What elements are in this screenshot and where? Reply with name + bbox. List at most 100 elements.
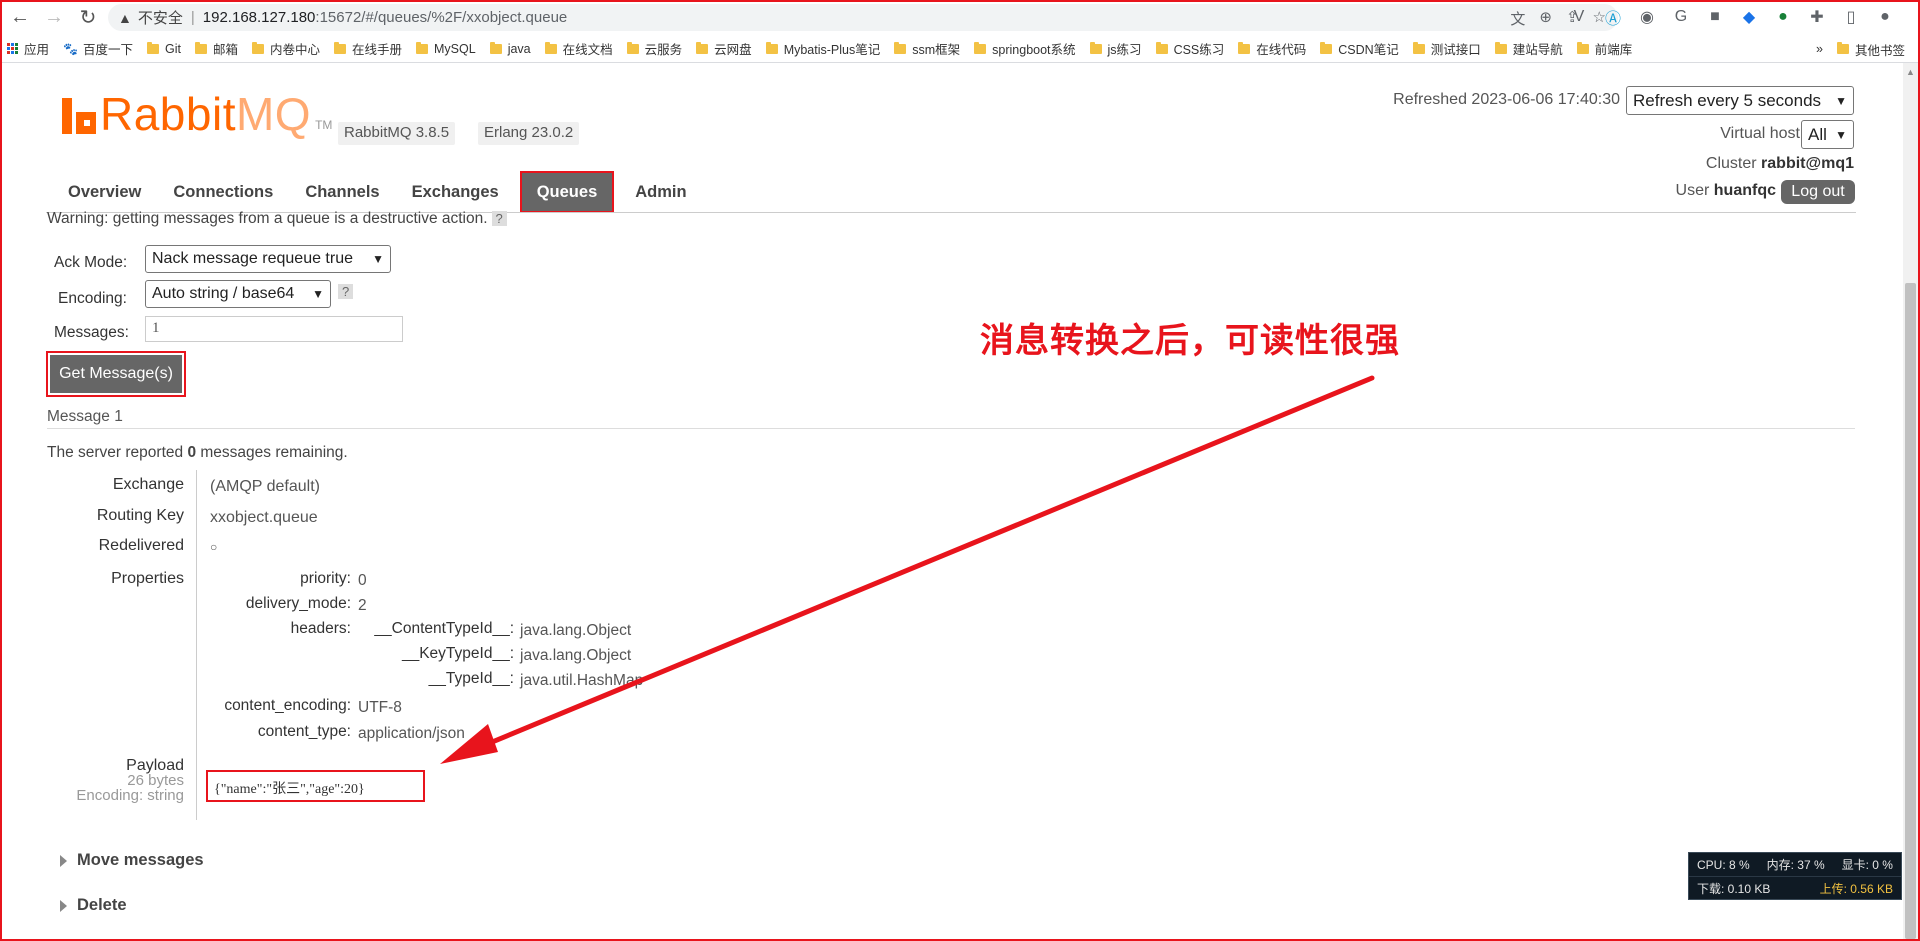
routing-key-value: xxobject.queue bbox=[210, 509, 318, 526]
annotation-text: 消息转换之后，可读性很强 bbox=[980, 321, 1400, 361]
bookmarks-bar: 应用 🐾 百度一下 Git 邮箱 内卷中心 在线手册 MySQL java 在线文档 云服务 云网盘 M… bbox=[0, 35, 1920, 63]
bookmark-item[interactable]: 在线文档 bbox=[538, 35, 620, 63]
logo-rabbit: Rabbit bbox=[100, 88, 236, 140]
bookmark-item[interactable]: 在线手册 bbox=[327, 35, 409, 63]
delete-section[interactable]: Delete bbox=[60, 896, 127, 915]
ack-mode-value: Nack message requeue true bbox=[152, 250, 353, 267]
reload-icon[interactable]: ↻ bbox=[74, 4, 102, 32]
url-path: :15672/#/queues/%2F/xxobject.queue bbox=[315, 9, 568, 26]
extensions-puzzle-icon[interactable]: ✚ bbox=[1806, 6, 1828, 28]
extension-eye-icon[interactable]: ◉ bbox=[1636, 6, 1658, 28]
more-bookmarks-icon[interactable]: » bbox=[1809, 35, 1830, 63]
bookmark-item[interactable]: 🐾 百度一下 bbox=[56, 35, 140, 63]
rabbitmq-logo-icon bbox=[62, 98, 96, 134]
prop-content-encoding-key: content_encoding: bbox=[224, 697, 351, 714]
zoom-icon[interactable]: ⊕ bbox=[1539, 8, 1552, 29]
bookmark-label: 百度一下 bbox=[82, 43, 133, 57]
prop-content-type-value: application/json bbox=[358, 725, 465, 742]
encoding-help-icon[interactable]: ? bbox=[338, 284, 354, 299]
extension-a-icon[interactable]: Ⓐ bbox=[1602, 6, 1624, 28]
move-messages-section[interactable]: Move messages bbox=[60, 851, 204, 870]
extension-globe-icon[interactable]: ● bbox=[1772, 6, 1794, 28]
folder-icon bbox=[251, 41, 264, 54]
bookmark-item[interactable]: Git bbox=[140, 35, 188, 63]
cluster-name: rabbit@mq1 bbox=[1761, 155, 1854, 172]
bookmark-item[interactable]: java bbox=[483, 35, 538, 63]
bookmark-item[interactable]: 云服务 bbox=[620, 35, 690, 63]
extension-diamond-icon[interactable]: ◆ bbox=[1738, 6, 1760, 28]
bookmark-item[interactable]: 在线代码 bbox=[1231, 35, 1313, 63]
sidepanel-icon[interactable]: ▯ bbox=[1840, 6, 1862, 28]
other-bookmarks[interactable]: 其他书签 bbox=[1830, 35, 1912, 63]
menu-kebab-icon[interactable]: ⋮ bbox=[1908, 6, 1920, 28]
bookmark-item[interactable]: Mybatis-Plus笔记 bbox=[759, 35, 888, 63]
tab-connections[interactable]: Connections bbox=[157, 172, 289, 212]
bookmark-label: CSDN笔记 bbox=[1338, 43, 1399, 57]
triangle-right-icon bbox=[60, 854, 67, 867]
tab-admin[interactable]: Admin bbox=[619, 172, 702, 212]
bookmark-label: 云服务 bbox=[644, 43, 683, 57]
routing-key-label: Routing Key bbox=[96, 507, 184, 524]
main-nav-tabs: Overview Connections Channels Exchanges Queu… bbox=[52, 171, 703, 213]
back-icon[interactable]: ← bbox=[6, 4, 34, 32]
ack-mode-select[interactable]: Nack message requeue true ▼ bbox=[145, 245, 391, 273]
logout-button[interactable]: Log out bbox=[1781, 180, 1855, 204]
forward-icon[interactable]: → bbox=[40, 4, 68, 32]
tab-overview[interactable]: Overview bbox=[52, 172, 157, 212]
extension-v-icon[interactable]: V bbox=[1568, 6, 1590, 28]
profile-icon[interactable]: ● bbox=[1874, 6, 1896, 28]
prop-headers-key: headers: bbox=[290, 620, 351, 637]
rabbitmq-version: RabbitMQ 3.8.5 bbox=[338, 122, 456, 145]
bookmark-item[interactable]: 云网盘 bbox=[689, 35, 759, 63]
prop-priority-key: priority: bbox=[300, 570, 351, 587]
bookmark-item[interactable]: CSS练习 bbox=[1149, 35, 1232, 63]
extension-g-icon[interactable]: G bbox=[1670, 6, 1692, 28]
bookmark-item[interactable]: CSDN笔记 bbox=[1313, 35, 1405, 63]
refresh-interval-select[interactable]: Refresh every 5 seconds ▼ bbox=[1626, 86, 1854, 115]
tab-channels[interactable]: Channels bbox=[289, 172, 395, 212]
triangle-right-icon bbox=[60, 899, 67, 912]
virtual-host-select[interactable]: All ▼ bbox=[1801, 120, 1854, 149]
folder-icon bbox=[894, 41, 907, 54]
bookmark-item[interactable]: 邮箱 bbox=[188, 35, 245, 63]
bookmark-item[interactable]: springboot系统 bbox=[967, 35, 1082, 63]
encoding-label: Encoding: bbox=[58, 290, 127, 307]
bookmark-item[interactable]: ssm框架 bbox=[887, 35, 967, 63]
scrollbar-thumb[interactable] bbox=[1905, 283, 1916, 939]
redelivered-label: Redelivered bbox=[98, 537, 184, 554]
details-divider bbox=[196, 470, 197, 820]
tab-queues[interactable]: Queues bbox=[519, 171, 615, 213]
tab-exchanges[interactable]: Exchanges bbox=[396, 172, 515, 212]
bookmark-item[interactable]: 前端库 bbox=[1570, 35, 1640, 63]
bookmark-item[interactable]: 建站导航 bbox=[1488, 35, 1570, 63]
get-messages-button[interactable]: Get Message(s) bbox=[46, 351, 186, 397]
scroll-up-icon[interactable]: ▲ bbox=[1906, 67, 1915, 77]
bookmark-label: 建站导航 bbox=[1512, 43, 1563, 57]
bookmark-label: Mybatis-Plus笔记 bbox=[783, 43, 881, 57]
delete-label: Delete bbox=[77, 896, 127, 914]
page-scrollbar[interactable]: ▲ bbox=[1903, 63, 1918, 939]
bookmark-item[interactable]: MySQL bbox=[409, 35, 483, 63]
encoding-select[interactable]: Auto string / base64 ▼ bbox=[145, 280, 331, 308]
prop-content-encoding-value: UTF-8 bbox=[358, 699, 402, 716]
bookmark-item[interactable]: 应用 bbox=[0, 35, 56, 63]
chevron-down-icon: ▼ bbox=[1835, 127, 1847, 142]
translate-icon[interactable]: 文 bbox=[1510, 8, 1525, 29]
destructive-warning: Warning: getting messages from a queue i… bbox=[47, 210, 507, 228]
help-icon[interactable]: ? bbox=[491, 211, 507, 226]
bookmark-label: 内卷中心 bbox=[269, 43, 320, 57]
bookmark-label: 测试接口 bbox=[1430, 43, 1481, 57]
redelivered-value: ○ bbox=[210, 540, 218, 554]
folder-icon bbox=[489, 41, 502, 54]
bookmark-item[interactable]: 测试接口 bbox=[1406, 35, 1488, 63]
user-info: User huanfqc bbox=[1676, 182, 1776, 200]
address-bar[interactable]: ▲ 不安全 | 192.168.127.180 :15672/#/queues/… bbox=[108, 4, 1618, 31]
rabbitmq-logo[interactable]: RabbitMQ TM bbox=[62, 91, 332, 137]
bookmark-label: 在线手册 bbox=[352, 43, 403, 57]
extension-m-icon[interactable]: ■ bbox=[1704, 6, 1726, 28]
bookmark-item[interactable]: 内卷中心 bbox=[245, 35, 327, 63]
bookmark-item[interactable]: js练习 bbox=[1083, 35, 1149, 63]
header-key-type-id-value: java.lang.Object bbox=[520, 647, 632, 664]
folder-icon bbox=[1576, 41, 1589, 54]
messages-count-input[interactable]: 1 bbox=[145, 316, 403, 342]
